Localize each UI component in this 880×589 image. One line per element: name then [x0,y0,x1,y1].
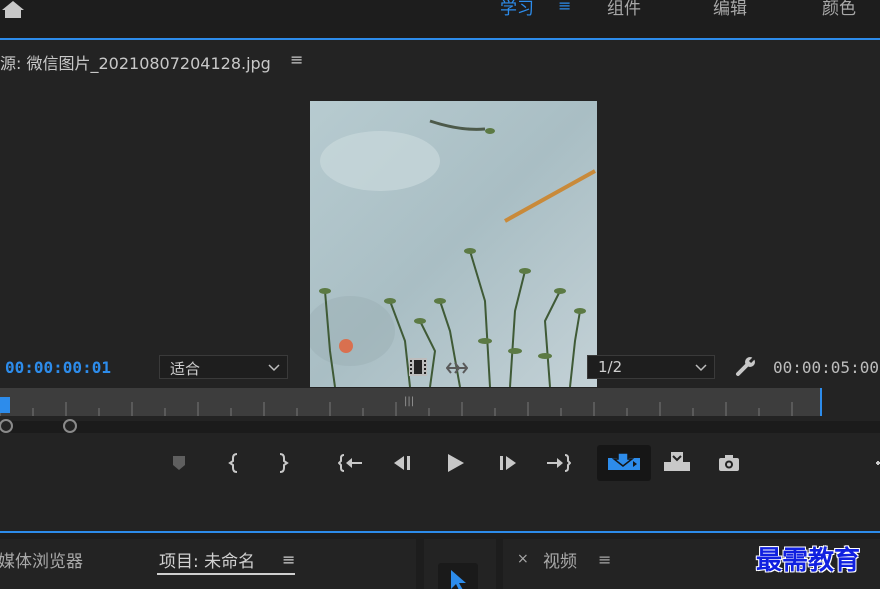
workspace-bar [0,0,880,38]
workspace-tab-assembly[interactable]: 组件 [607,0,641,19]
chevron-down-icon [694,360,708,374]
duration-timecode: 00:00:05:00 [773,358,879,377]
ruler-marker: ||| [404,396,415,407]
out-point-marker[interactable] [820,388,822,416]
step-forward-icon[interactable] [495,452,521,474]
film-strip-icon[interactable] [408,357,428,377]
selection-tool-button[interactable] [438,563,478,589]
go-to-in-icon[interactable] [337,452,364,474]
mark-in-icon[interactable] [222,452,248,474]
playback-resolution-value: 1/2 [598,358,623,376]
mark-out-icon[interactable] [269,452,295,474]
tab-project[interactable]: 项目: 未命名 [159,547,255,572]
step-back-icon[interactable] [389,452,415,474]
workspace-tab-learn[interactable]: 学习 [500,0,534,19]
playhead-handle[interactable] [0,397,10,413]
zoom-level-dropdown[interactable]: 适合 [159,355,288,379]
zoom-scroll-bar[interactable] [0,421,880,433]
panel-focus-rule [0,531,880,533]
workspace-tab-color[interactable]: 颜色 [822,0,856,19]
tab-video-sequence[interactable]: 视频 [543,547,577,572]
active-tab-indicator [157,573,295,575]
workspace-tab-editing[interactable]: 编辑 [713,0,747,19]
workspace-menu-icon[interactable]: ≡ [558,0,571,15]
go-to-out-icon[interactable] [545,452,572,474]
source-panel-menu-icon[interactable]: ≡ [290,50,303,69]
overwrite-icon[interactable] [662,450,692,472]
source-preview-image [310,101,597,387]
watermark-logo: 最需教育 [756,546,861,576]
tab-media-browser[interactable]: 媒体浏览器 [0,547,83,572]
zoom-handle-right[interactable] [63,419,77,433]
playback-resolution-dropdown[interactable]: 1/2 [587,355,715,379]
home-icon[interactable] [0,0,28,18]
export-frame-camera-icon[interactable] [716,452,742,474]
add-marker-icon[interactable] [166,452,192,474]
project-panel-menu-icon[interactable]: ≡ [282,550,295,569]
zoom-level-value: 适合 [170,360,201,378]
add-button-icon[interactable] [870,452,880,474]
settings-wrench-icon[interactable] [735,355,757,377]
source-monitor-title[interactable]: 源: 微信图片_20210807204128.jpg [0,50,271,74]
timeline-panel-menu-icon[interactable]: ≡ [598,550,611,569]
close-icon[interactable]: × [517,551,529,567]
play-icon[interactable] [442,452,468,474]
playhead-timecode[interactable]: 00:00:00:01 [5,358,111,377]
insert-button[interactable] [597,445,651,481]
source-monitor-panel: 源: 微信图片_20210807204128.jpg ≡ [0,40,880,531]
chevron-down-icon [267,360,281,374]
drag-video-only-icon[interactable] [445,360,469,374]
